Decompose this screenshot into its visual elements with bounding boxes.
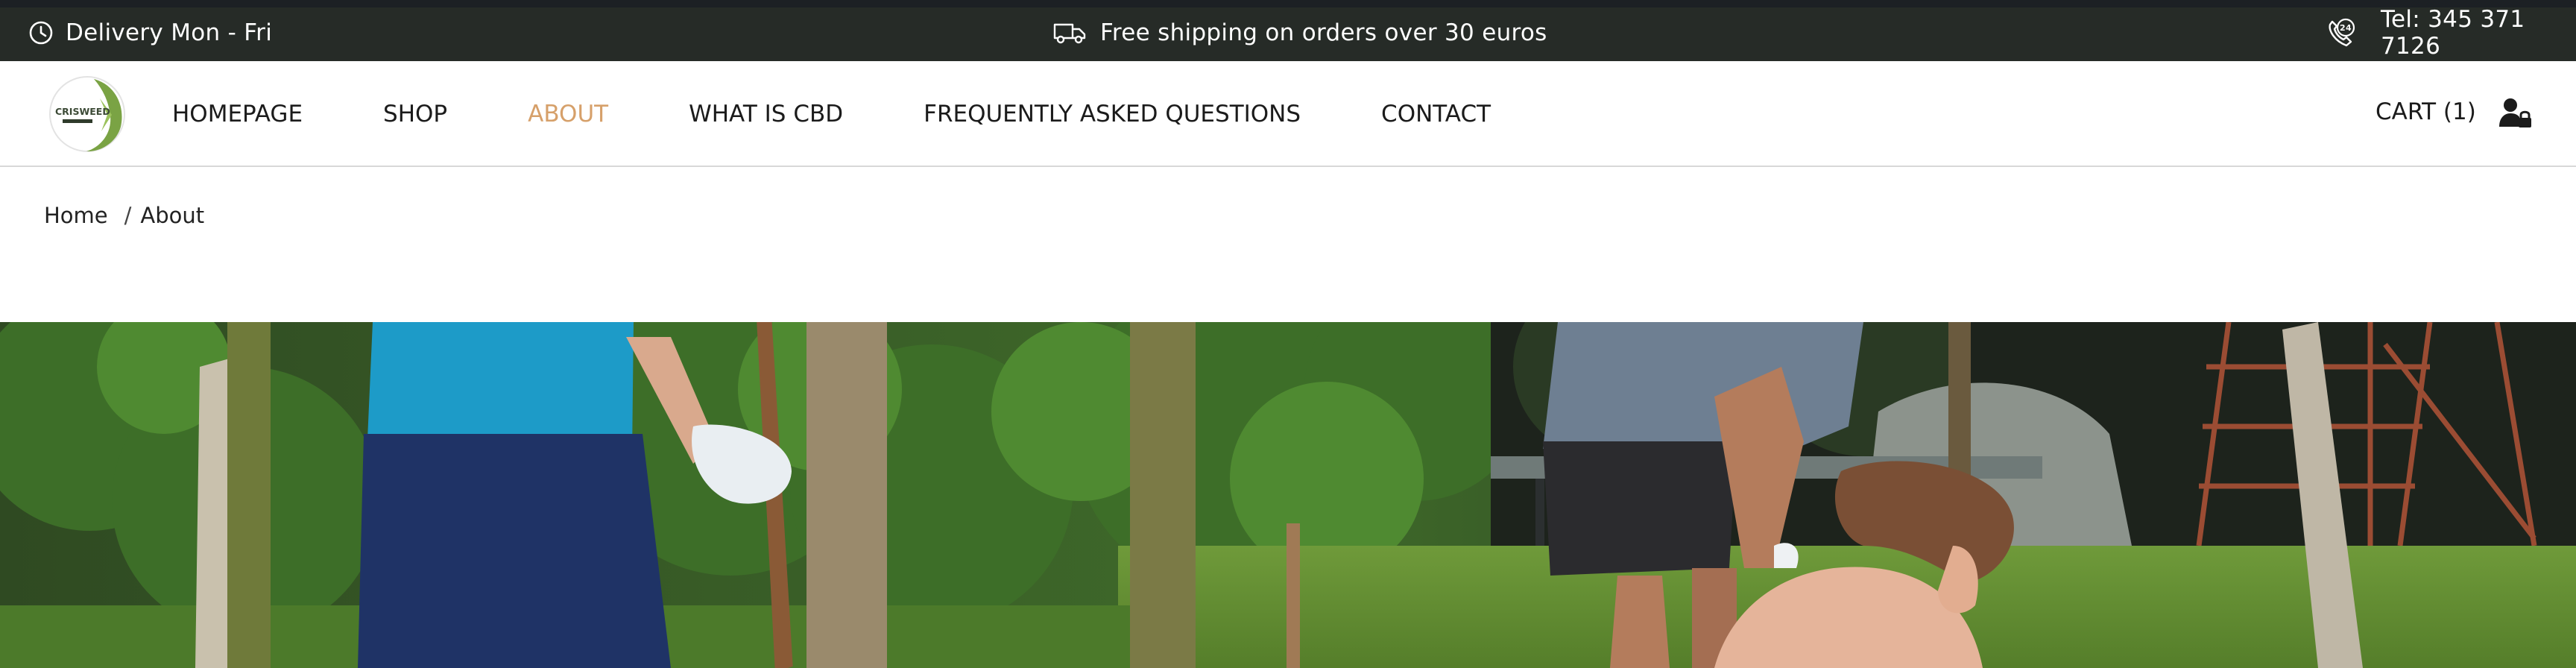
breadcrumb-current: About	[140, 203, 205, 228]
about-hero-image	[0, 322, 2576, 668]
delivery-info: Delivery Mon - Fri	[28, 18, 272, 48]
cart-link[interactable]: CART (1)	[2375, 98, 2476, 125]
nav-about[interactable]: ABOUT	[528, 101, 608, 127]
24h-phone-icon: 24	[2324, 17, 2358, 48]
site-header: CRISWEED HOMEPAGE SHOP ABOUT WHAT IS CBD…	[0, 61, 2576, 167]
top-info-bar: Delivery Mon - Fri Free shipping on orde…	[0, 0, 2576, 61]
shipping-info: Free shipping on orders over 30 euros	[1052, 18, 1547, 48]
breadcrumb-separator: /	[124, 203, 132, 228]
phone-text[interactable]: Tel: 345 371 7126	[2381, 6, 2576, 60]
nav-contact[interactable]: CONTACT	[1381, 101, 1491, 127]
logo-wordmark: CRISWEED	[55, 106, 110, 117]
top-dark-strip	[0, 0, 2576, 7]
clock-icon	[28, 20, 54, 45]
user-lock-icon[interactable]	[2498, 97, 2533, 130]
nav-homepage[interactable]: HOMEPAGE	[172, 101, 303, 127]
main-navigation: HOMEPAGE SHOP ABOUT WHAT IS CBD FREQUENT…	[172, 97, 1491, 131]
delivery-truck-icon	[1052, 20, 1087, 45]
nav-shop[interactable]: SHOP	[383, 101, 447, 127]
nav-what-is-cbd[interactable]: WHAT IS CBD	[689, 101, 843, 127]
breadcrumb: Home / About	[44, 203, 204, 228]
delivery-text: Delivery Mon - Fri	[66, 19, 273, 46]
shipping-text: Free shipping on orders over 30 euros	[1100, 19, 1547, 46]
phone-info[interactable]: 24 Tel: 345 371 7126	[2324, 6, 2576, 60]
breadcrumb-home[interactable]: Home	[44, 203, 108, 228]
nav-faq[interactable]: FREQUENTLY ASKED QUESTIONS	[924, 101, 1301, 127]
svg-text:24: 24	[2340, 23, 2352, 33]
brand-logo[interactable]: CRISWEED	[48, 75, 127, 154]
